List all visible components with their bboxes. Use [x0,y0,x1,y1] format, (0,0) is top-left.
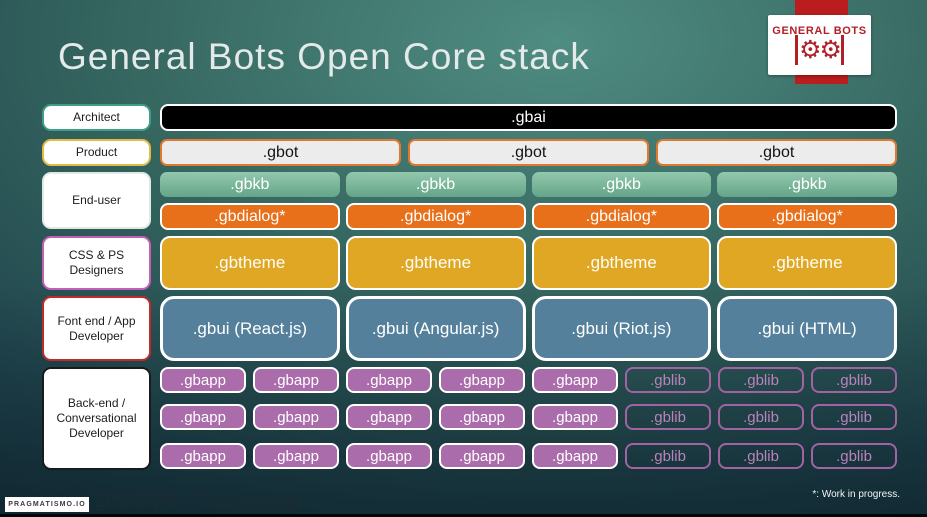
gbdialog-box: .gbdialog* [160,203,340,230]
gbdialog-box: .gbdialog* [531,203,712,230]
gblib-box: .gblib [625,443,711,469]
gear-icon: ⚙⚙ [795,35,844,65]
gblib-box: .gblib [811,404,897,430]
gbui-box: .gbui (Riot.js) [531,296,712,361]
row-label-end-user: End-user [42,172,151,229]
gblib-box: .gblib [718,367,804,393]
row-gbapp-2: .gbapp .gbapp .gbapp .gbapp .gbapp .gblib .gbl… [160,404,897,430]
gbkb-box: .gbkb [160,172,340,197]
gear-bar-left [795,35,799,65]
gbtheme-box: .gbtheme [345,236,526,290]
page-title: General Bots Open Core stack [58,36,590,77]
gbapp-box: .gbapp [160,443,246,469]
gbapp-box: .gbapp [439,404,525,430]
row-label-backend: Back-end / Conversational Developer [42,367,151,470]
gbkb-box: .gbkb [717,172,897,197]
gbot-box: .gbot [656,139,897,166]
gbapp-box: .gbapp [253,404,339,430]
gbdialog-box: .gbdialog* [717,203,897,230]
gbapp-box: .gbapp [253,367,339,393]
gbapp-box: .gbapp [532,404,618,430]
slide: General Bots Open Core stack GENERAL BOT… [0,0,927,517]
gbot-box: .gbot [160,139,401,166]
gbapp-box: .gbapp [439,443,525,469]
row-label-product: Product [42,139,151,166]
row-gbai: .gbai [160,104,897,131]
row-gbapp-3: .gbapp .gbapp .gbapp .gbapp .gbapp .gblib .gbl… [160,443,897,469]
gblib-box: .gblib [718,443,804,469]
gbtheme-box: .gbtheme [531,236,712,290]
row-gbkb: .gbkb .gbkb .gbkb .gbkb [160,172,897,197]
gbapp-box: .gbapp [532,367,618,393]
gbai-box: .gbai [160,104,897,131]
pragmatismo-logo: PRAGMATISMO.IO [5,497,89,512]
gbapp-box: .gbapp [160,404,246,430]
gblib-box: .gblib [718,404,804,430]
gbapp-box: .gbapp [253,443,339,469]
gblib-box: .gblib [625,404,711,430]
brand-logo: GENERAL BOTS ⚙⚙ [768,15,871,75]
gbapp-box: .gbapp [346,367,432,393]
gbtheme-box: .gbtheme [160,236,340,290]
gbui-box: .gbui (React.js) [160,296,340,361]
gbot-box: .gbot [408,139,649,166]
gblib-box: .gblib [625,367,711,393]
gears-glyph: ⚙⚙ [799,36,842,64]
gbkb-box: .gbkb [531,172,712,197]
gbapp-box: .gbapp [346,443,432,469]
gbdialog-box: .gbdialog* [345,203,526,230]
gbapp-box: .gbapp [160,367,246,393]
gbapp-box: .gbapp [346,404,432,430]
slide-label: 2018Q4 - Corporate [94,487,299,512]
gblib-box: .gblib [811,367,897,393]
gbapp-box: .gbapp [532,443,618,469]
gbkb-box: .gbkb [345,172,526,197]
row-label-architect: Architect [42,104,151,131]
row-gbapp-1: .gbapp .gbapp .gbapp .gbapp .gbapp .gblib .gbl… [160,367,897,393]
gbui-box: .gbui (HTML) [717,296,897,361]
gear-bar-right [840,35,844,65]
gbapp-box: .gbapp [439,367,525,393]
row-gbui: .gbui (React.js) .gbui (Angular.js) .gbui … [160,296,897,361]
row-gbtheme: .gbtheme .gbtheme .gbtheme .gbtheme [160,236,897,290]
row-label-designers: CSS & PS Designers [42,236,151,290]
row-label-frontend: Font end / App Developer [42,296,151,361]
gbui-box: .gbui (Angular.js) [345,296,526,361]
row-gbot: .gbot .gbot .gbot [160,139,897,166]
row-gbdialog: .gbdialog* .gbdialog* .gbdialog* .gbdialog* [160,203,897,230]
gblib-box: .gblib [811,443,897,469]
gbtheme-box: .gbtheme [717,236,897,290]
work-in-progress-note: *: Work in progress. [812,489,900,500]
